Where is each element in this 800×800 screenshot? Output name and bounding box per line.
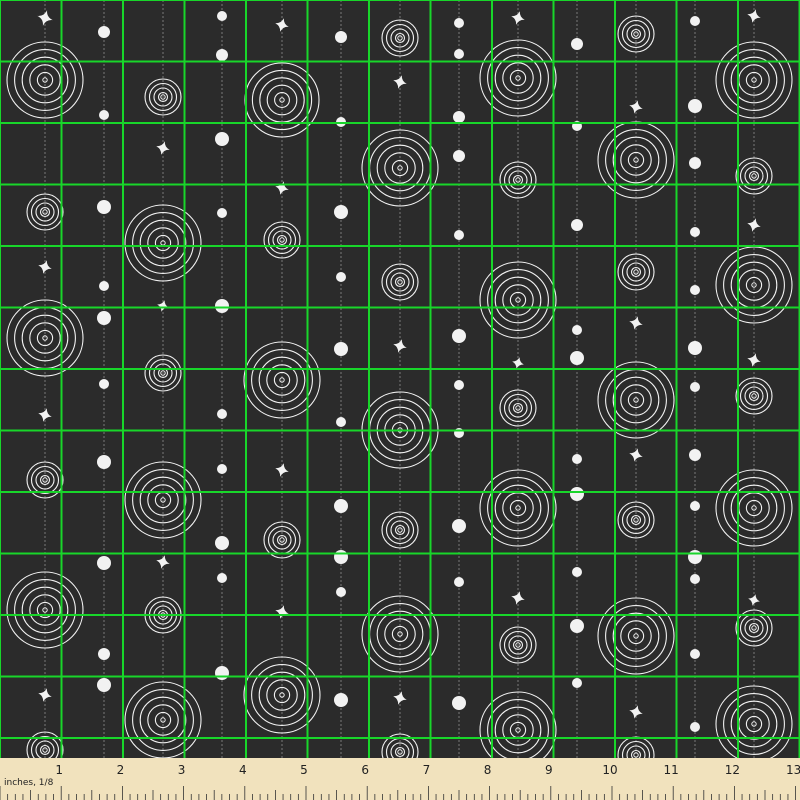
ruler-number: 6	[361, 763, 369, 777]
polka-dot-icon	[336, 272, 346, 282]
polka-dot-icon	[690, 382, 700, 392]
ruler-number: 11	[664, 763, 679, 777]
polka-dot-icon	[97, 200, 111, 214]
polka-dot-icon	[571, 219, 583, 231]
fabric-swatch: inches, 1/8 1 2 3 4 5 6 7 8 9 10 11 12 13	[0, 0, 800, 800]
polka-dot-icon	[454, 380, 464, 390]
polka-dot-icon	[571, 38, 583, 50]
polka-dot-icon	[689, 157, 701, 169]
polka-dot-icon	[99, 110, 109, 120]
polka-dot-icon	[334, 550, 348, 564]
polka-dot-icon	[572, 567, 582, 577]
polka-dot-icon	[217, 11, 227, 21]
polka-dot-icon	[336, 417, 346, 427]
polka-dot-icon	[688, 550, 702, 564]
polka-dot-icon	[690, 285, 700, 295]
polka-dot-icon	[97, 556, 111, 570]
fabric-pattern-canvas: inches, 1/8 1 2 3 4 5 6 7 8 9 10 11 12 13	[0, 0, 800, 800]
polka-dot-icon	[452, 696, 466, 710]
ruler-number: 2	[117, 763, 125, 777]
polka-dot-icon	[453, 150, 465, 162]
polka-dot-icon	[217, 573, 227, 583]
ruler-number: 7	[423, 763, 431, 777]
polka-dot-icon	[690, 227, 700, 237]
ruler-number: 1	[55, 763, 63, 777]
polka-dot-icon	[453, 111, 465, 123]
polka-dot-icon	[454, 18, 464, 28]
polka-dot-icon	[215, 132, 229, 146]
polka-dot-icon	[570, 351, 584, 365]
polka-dot-icon	[454, 49, 464, 59]
polka-dot-icon	[572, 454, 582, 464]
polka-dot-icon	[215, 666, 229, 680]
polka-dot-icon	[688, 99, 702, 113]
polka-dot-icon	[334, 499, 348, 513]
polka-dot-icon	[570, 487, 584, 501]
polka-dot-icon	[334, 693, 348, 707]
polka-dot-icon	[336, 587, 346, 597]
polka-dot-icon	[690, 649, 700, 659]
ruler-number: 13	[786, 763, 800, 777]
ruler-number: 12	[725, 763, 740, 777]
polka-dot-icon	[688, 341, 702, 355]
polka-dot-icon	[690, 722, 700, 732]
ruler: inches, 1/8 1 2 3 4 5 6 7 8 9 10 11 12 13	[0, 758, 800, 800]
polka-dot-icon	[217, 409, 227, 419]
polka-dot-icon	[689, 449, 701, 461]
polka-dot-icon	[334, 205, 348, 219]
ruler-unit-label: inches, 1/8	[4, 778, 54, 788]
ruler-number: 5	[300, 763, 308, 777]
polka-dot-icon	[334, 342, 348, 356]
ruler-number: 4	[239, 763, 247, 777]
polka-dot-icon	[99, 379, 109, 389]
polka-dot-icon	[570, 619, 584, 633]
ruler-number: 9	[545, 763, 553, 777]
polka-dot-icon	[215, 536, 229, 550]
polka-dot-icon	[97, 311, 111, 325]
polka-dot-icon	[452, 519, 466, 533]
polka-dot-icon	[97, 455, 111, 469]
polka-dot-icon	[454, 230, 464, 240]
polka-dot-icon	[335, 31, 347, 43]
polka-dot-icon	[217, 464, 227, 474]
ruler-number: 8	[484, 763, 492, 777]
ruler-number: 3	[178, 763, 186, 777]
polka-dot-icon	[572, 678, 582, 688]
polka-dot-icon	[690, 501, 700, 511]
polka-dot-icon	[452, 329, 466, 343]
polka-dot-icon	[98, 26, 110, 38]
polka-dot-icon	[98, 648, 110, 660]
polka-dot-icon	[97, 678, 111, 692]
polka-dot-icon	[454, 577, 464, 587]
polka-dot-icon	[217, 208, 227, 218]
ruler-number: 10	[602, 763, 617, 777]
polka-dot-icon	[690, 574, 700, 584]
polka-dot-icon	[215, 299, 229, 313]
polka-dot-icon	[690, 16, 700, 26]
polka-dot-icon	[216, 49, 228, 61]
polka-dot-icon	[99, 281, 109, 291]
polka-dot-icon	[572, 325, 582, 335]
